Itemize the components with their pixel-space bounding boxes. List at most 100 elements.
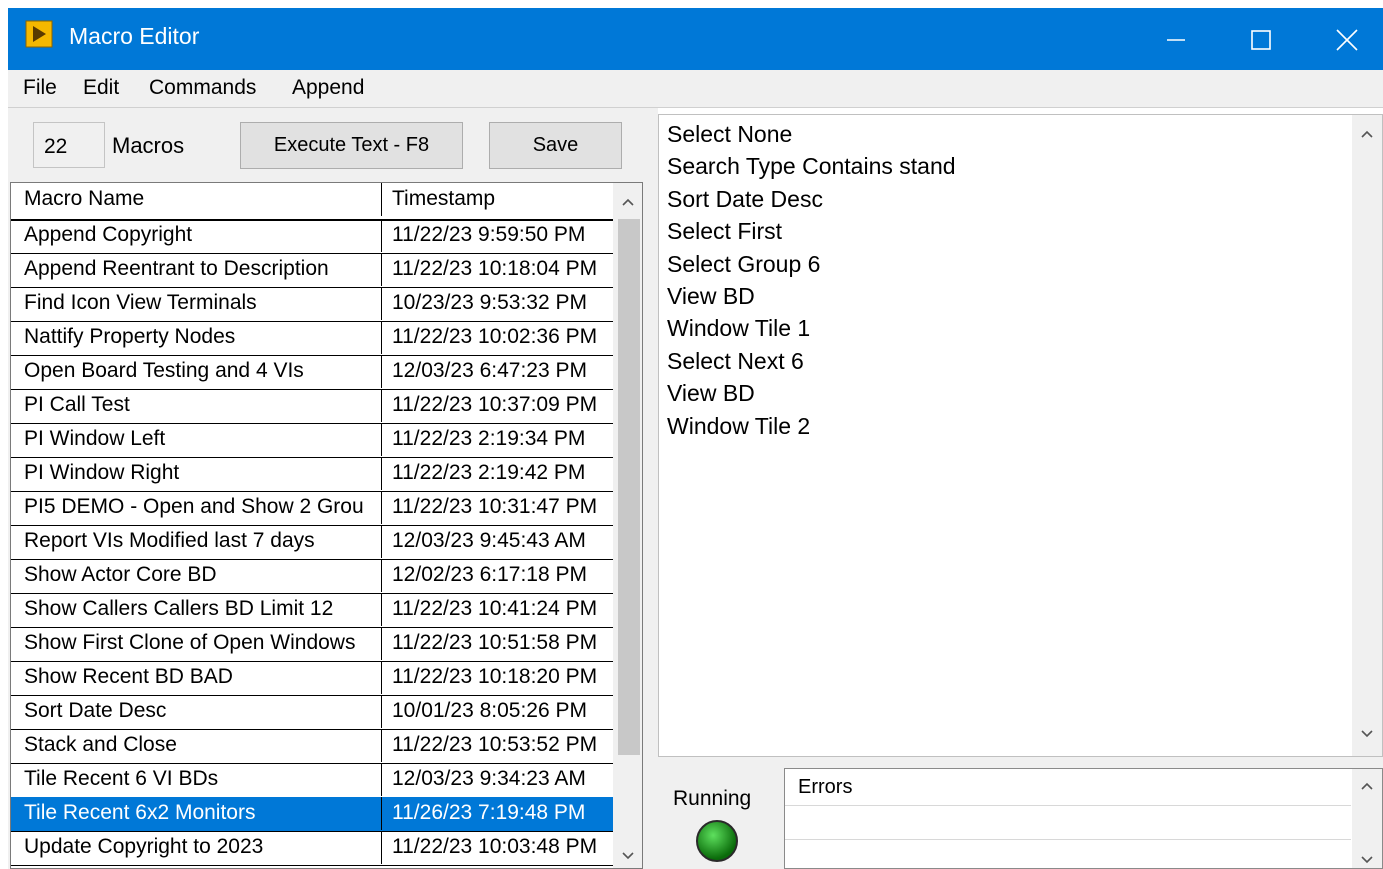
editor-scrollbar[interactable] — [1352, 115, 1382, 756]
macro-name-cell[interactable]: Show Callers Callers BD Limit 12 — [11, 593, 382, 626]
macro-name-cell[interactable]: Show Actor Core BD — [11, 559, 382, 592]
timestamp-cell[interactable]: 11/22/23 10:31:47 PM — [382, 491, 613, 524]
macro-name-cell[interactable]: PI Window Right — [11, 457, 382, 490]
column-header-macro-name[interactable]: Macro Name — [11, 183, 382, 216]
timestamp-cell[interactable]: 12/02/23 6:17:18 PM — [382, 559, 613, 592]
macro-name-cell[interactable]: Append Reentrant to Description — [11, 253, 382, 286]
menu-commands[interactable]: Commands — [149, 76, 256, 100]
macro-name-cell[interactable]: Find Icon View Terminals — [11, 287, 382, 320]
table-row[interactable]: PI5 DEMO - Open and Show 2 Grou 11/22/23 … — [11, 491, 613, 526]
close-button[interactable] — [1303, 8, 1383, 70]
timestamp-cell[interactable]: 11/22/23 10:02:36 PM — [382, 321, 613, 354]
macro-name-cell[interactable]: Show Recent BD BAD — [11, 661, 382, 694]
scroll-down-icon[interactable] — [1360, 729, 1374, 739]
timestamp-cell[interactable]: 11/26/23 7:19:48 PM — [382, 797, 613, 830]
scroll-up-icon[interactable] — [621, 197, 635, 207]
macro-text-line: Select Next 6 — [667, 347, 804, 374]
timestamp-cell[interactable]: 12/03/23 6:47:23 PM — [382, 355, 613, 388]
macro-table[interactable]: Macro Name Timestamp Append Copyright 11/… — [10, 182, 643, 869]
menu-append[interactable]: Append — [292, 76, 364, 100]
table-row[interactable]: Open Board Testing and 4 VIs 12/03/23 6:4… — [11, 355, 613, 390]
scrollbar-thumb[interactable] — [618, 219, 640, 755]
minimize-button[interactable] — [1136, 8, 1216, 70]
macro-name-cell[interactable]: PI5 DEMO - Open and Show 2 Grou — [11, 491, 382, 524]
timestamp-cell[interactable]: 11/22/23 10:03:48 PM — [382, 831, 613, 864]
minimize-icon — [1167, 39, 1185, 41]
macro-name-cell[interactable]: Open Board Testing and 4 VIs — [11, 355, 382, 388]
table-row[interactable]: Show Callers Callers BD Limit 12 11/22/23… — [11, 593, 613, 628]
timestamp-cell[interactable]: 11/22/23 2:19:34 PM — [382, 423, 613, 456]
timestamp-cell[interactable]: 11/22/23 10:41:24 PM — [382, 593, 613, 626]
running-indicator-led — [696, 820, 738, 862]
timestamp-cell[interactable]: 10/23/23 9:53:32 PM — [382, 287, 613, 320]
macro-text-line: Window Tile 2 — [667, 412, 811, 439]
column-header-timestamp[interactable]: Timestamp — [382, 183, 613, 216]
table-row[interactable]: Show Actor Core BD 12/02/23 6:17:18 PM — [11, 559, 613, 594]
table-row[interactable]: Find Icon View Terminals 10/23/23 9:53:32… — [11, 287, 613, 322]
timestamp-cell[interactable]: 11/22/23 10:53:52 PM — [382, 729, 613, 762]
execute-text-button[interactable]: Execute Text - F8 — [240, 122, 463, 169]
macro-name-cell[interactable]: Update Copyright to 2023 — [11, 831, 382, 864]
menu-bar: File Edit Commands Append — [8, 70, 1383, 108]
table-row[interactable]: Show Recent BD BAD 11/22/23 10:18:20 PM — [11, 661, 613, 696]
timestamp-cell[interactable]: 11/22/23 10:18:04 PM — [382, 253, 613, 286]
macro-name-cell[interactable]: PI Window Left — [11, 423, 382, 456]
errors-divider — [785, 839, 1351, 840]
table-row[interactable]: Append Reentrant to Description 11/22/23 … — [11, 253, 613, 288]
maximize-button[interactable] — [1220, 8, 1300, 70]
table-row[interactable]: Report VIs Modified last 7 days 12/03/23 … — [11, 525, 613, 560]
table-row[interactable]: PI Call Test 11/22/23 10:37:09 PM — [11, 389, 613, 424]
table-row[interactable]: Update Copyright to 2023 11/22/23 10:03:4… — [11, 831, 613, 866]
macro-text-line: Search Type Contains stand — [667, 153, 956, 180]
title-bar: Macro Editor — [0, 0, 1383, 76]
maximize-icon — [1251, 30, 1271, 50]
timestamp-cell[interactable]: 11/22/23 10:37:09 PM — [382, 389, 613, 422]
macro-count-indicator: 22 — [33, 122, 105, 168]
table-row[interactable]: Show First Clone of Open Windows 11/22/23… — [11, 627, 613, 662]
timestamp-cell[interactable]: 11/22/23 10:51:58 PM — [382, 627, 613, 660]
macro-name-cell[interactable]: Tile Recent 6x2 Monitors — [11, 797, 382, 830]
errors-list[interactable]: Errors — [784, 768, 1383, 869]
table-row[interactable]: Tile Recent 6 VI BDs 12/03/23 9:34:23 AM — [11, 763, 613, 798]
errors-scrollbar[interactable] — [1352, 769, 1382, 868]
macro-name-cell[interactable]: Append Copyright — [11, 219, 382, 252]
menu-edit[interactable]: Edit — [83, 76, 119, 100]
running-label: Running — [673, 787, 752, 810]
timestamp-cell[interactable]: 11/22/23 2:19:42 PM — [382, 457, 613, 490]
table-row[interactable]: Tile Recent 6x2 Monitors 11/26/23 7:19:48… — [11, 797, 613, 832]
table-row[interactable]: PI Window Left 11/22/23 2:19:34 PM — [11, 423, 613, 458]
macro-name-cell[interactable]: Show First Clone of Open Windows — [11, 627, 382, 660]
timestamp-cell[interactable]: 12/03/23 9:34:23 AM — [382, 763, 613, 796]
macro-text-line: View BD — [667, 283, 755, 309]
close-icon — [1336, 29, 1358, 51]
menu-file[interactable]: File — [23, 76, 57, 100]
timestamp-cell[interactable]: 11/22/23 9:59:50 PM — [382, 219, 613, 252]
timestamp-cell[interactable]: 11/22/23 10:18:20 PM — [382, 661, 613, 694]
table-row[interactable]: Append Copyright 11/22/23 9:59:50 PM — [11, 219, 613, 254]
timestamp-cell[interactable]: 10/01/23 8:05:26 PM — [382, 695, 613, 728]
table-row[interactable]: Sort Date Desc 10/01/23 8:05:26 PM — [11, 695, 613, 730]
pane-splitter[interactable] — [650, 108, 658, 869]
scroll-down-icon[interactable] — [1360, 855, 1374, 865]
macro-name-cell[interactable]: PI Call Test — [11, 389, 382, 422]
table-row[interactable]: PI Window Right 11/22/23 2:19:42 PM — [11, 457, 613, 492]
macro-name-cell[interactable]: Sort Date Desc — [11, 695, 382, 728]
table-row[interactable]: Stack and Close 11/22/23 10:53:52 PM — [11, 729, 613, 764]
table-header: Macro Name Timestamp — [11, 183, 613, 221]
scroll-up-icon[interactable] — [1360, 781, 1374, 791]
macro-name-cell[interactable]: Stack and Close — [11, 729, 382, 762]
timestamp-cell[interactable]: 12/03/23 9:45:43 AM — [382, 525, 613, 558]
macro-count-label: Macros — [112, 133, 185, 158]
table-scrollbar[interactable] — [613, 183, 642, 868]
macro-name-cell[interactable]: Tile Recent 6 VI BDs — [11, 763, 382, 796]
scroll-up-icon[interactable] — [1360, 129, 1374, 139]
save-button[interactable]: Save — [489, 122, 622, 169]
macro-name-cell[interactable]: Report VIs Modified last 7 days — [11, 525, 382, 558]
scroll-down-icon[interactable] — [621, 851, 635, 861]
macro-text-line: View BD — [667, 380, 755, 407]
macro-text-line: Select First — [667, 218, 783, 245]
table-row[interactable]: Nattify Property Nodes 11/22/23 10:02:36 … — [11, 321, 613, 356]
macro-name-cell[interactable]: Nattify Property Nodes — [11, 321, 382, 354]
app-icon — [25, 20, 53, 48]
macro-text-editor[interactable]: Select None Search Type Contains stand Sor… — [658, 114, 1383, 757]
